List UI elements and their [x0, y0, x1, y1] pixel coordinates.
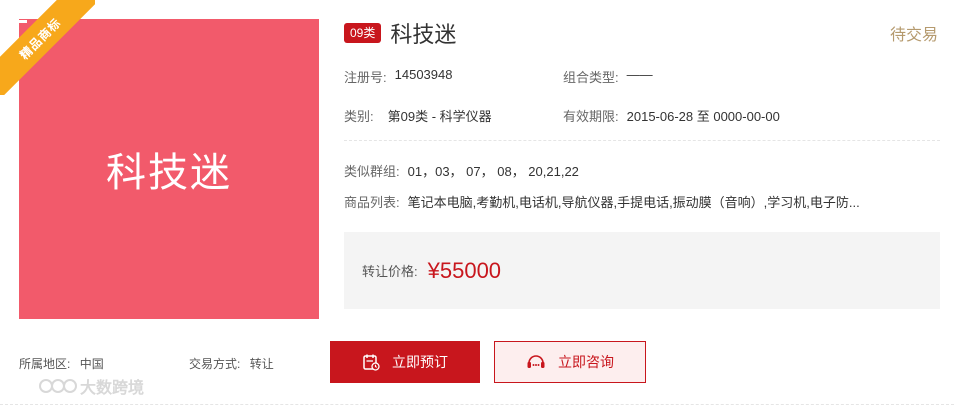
validity-value: 2015-06-28 至 0000-00-00 [626, 109, 780, 124]
price-box: 转让价格: ¥55000 [344, 232, 940, 309]
row-similar: 类似群组: 01，03， 07， 08， 20,21,22 [344, 161, 579, 180]
trade-info: 交易方式: 转让 [189, 355, 274, 372]
reg-no-label: 注册号: [344, 70, 387, 85]
similar-value: 01，03， 07， 08， 20,21,22 [407, 164, 579, 179]
row-category: 类别: 第09类 - 科学仪器 有效期限: 2015-06-28 至 0000-… [344, 106, 780, 125]
divider [344, 140, 940, 141]
premium-badge: 精品商标 [0, 0, 95, 95]
combo-label: 组合类型: [563, 70, 619, 85]
row-registration: 注册号: 14503948 组合类型: —— [344, 67, 653, 86]
region-label: 所属地区: [19, 357, 71, 371]
trademark-info: 09类 科技迷 待交易 注册号: 14503948 组合类型: —— 类别: 第… [344, 19, 940, 309]
crown-icon [11, 8, 27, 23]
goods-label: 商品列表: [344, 195, 400, 210]
title-row: 09类 科技迷 [344, 19, 940, 48]
calendar-icon [363, 354, 380, 371]
category-label: 类别: [344, 109, 374, 124]
consult-now-label: 立即咨询 [558, 354, 614, 370]
trade-label: 交易方式: [189, 357, 241, 371]
reg-no-value: 14503948 [394, 67, 453, 82]
book-now-button[interactable]: 立即预订 [330, 341, 480, 383]
trade-value: 转让 [249, 357, 274, 371]
similar-label: 类似群组: [344, 164, 400, 179]
goods-value: 笔记本电脑,考勤机,电话机,导航仪器,手提电话,振动膜（音响）,学习机,电子防.… [407, 195, 860, 210]
headset-icon [527, 355, 545, 368]
category-value: 第09类 - 科学仪器 [387, 109, 492, 124]
book-now-label: 立即预订 [392, 354, 448, 370]
price-value: ¥55000 [427, 257, 502, 283]
region-info: 所属地区: 中国 [19, 355, 104, 372]
price-label: 转让价格: [362, 264, 418, 279]
row-goods: 商品列表: 笔记本电脑,考勤机,电话机,导航仪器,手提电话,振动膜（音响）,学习… [344, 192, 940, 211]
combo-value: —— [626, 67, 653, 82]
class-badge: 09类 [344, 23, 382, 43]
validity-label: 有效期限: [563, 109, 619, 124]
consult-now-button[interactable]: 立即咨询 [494, 341, 646, 383]
brand-image-text: 科技迷 [106, 150, 232, 196]
status-label: 待交易 [889, 27, 938, 44]
watermark: 大数跨境 [38, 374, 144, 398]
region-value: 中国 [79, 357, 104, 371]
brand-title: 科技迷 [390, 23, 457, 48]
watermark-logo-icon [39, 379, 77, 393]
watermark-text: 大数跨境 [80, 380, 145, 397]
